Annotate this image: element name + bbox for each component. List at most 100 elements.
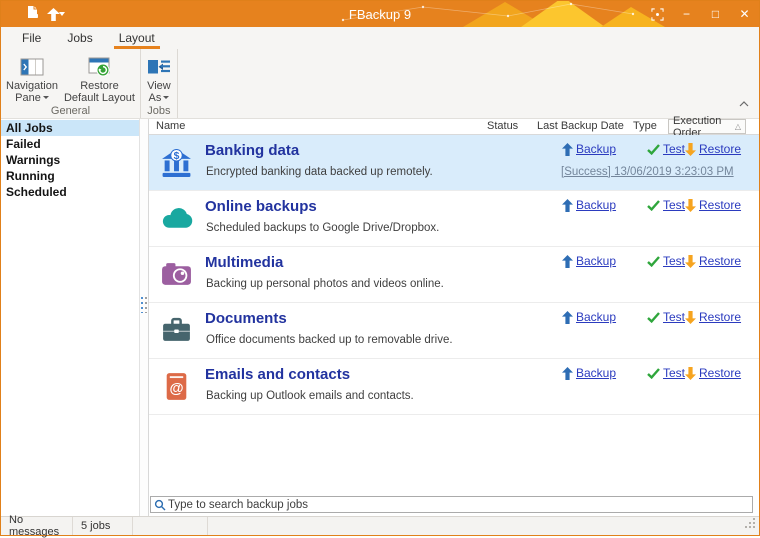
job-list-panel: Name Status Last Backup Date Type Execut… — [149, 119, 759, 516]
ribbon-group-label-general: General — [3, 104, 138, 118]
tab-file[interactable]: File — [9, 27, 54, 49]
statusbar: No messages 5 jobs — [1, 516, 759, 535]
fbackup-window: { "titlebar": { "title": "FBackup 9", "q… — [0, 0, 760, 536]
restore-arrow-icon — [685, 255, 696, 268]
minimize-button[interactable]: − — [672, 1, 701, 27]
collapse-ribbon-icon[interactable] — [739, 94, 749, 112]
job-title[interactable]: Emails and contacts — [205, 366, 350, 383]
backup-arrow-icon — [562, 143, 573, 156]
sidebar-item-scheduled[interactable]: Scheduled — [1, 184, 139, 200]
sidebar-item-running[interactable]: Running — [1, 168, 139, 184]
restore-arrow-icon — [685, 367, 696, 380]
job-title[interactable]: Multimedia — [205, 254, 283, 271]
test-check-icon — [647, 312, 660, 323]
test-check-icon — [647, 144, 660, 155]
titlebar: FBackup 9 − □ ✕ — [1, 1, 759, 27]
test-link[interactable]: Test — [647, 142, 685, 156]
job-title[interactable]: Online backups — [205, 198, 317, 215]
view-as-label-2: As — [149, 93, 170, 105]
job-row[interactable]: Online backups Scheduled backups to Goog… — [149, 191, 759, 247]
ribbon-display-options-icon[interactable] — [643, 1, 672, 27]
job-list-empty-space — [149, 415, 759, 492]
backup-arrow-icon — [562, 199, 573, 212]
job-title[interactable]: Documents — [205, 310, 287, 327]
last-backup-status-link[interactable]: [Success] 13/06/2019 3:23:03 PM — [561, 166, 734, 178]
restore-link[interactable]: Restore — [685, 254, 741, 268]
backup-link[interactable]: Backup — [562, 142, 616, 156]
backup-link[interactable]: Backup — [562, 254, 616, 268]
backup-arrow-icon — [562, 255, 573, 268]
column-header-type[interactable]: Type — [633, 120, 657, 132]
backup-up-arrow-icon[interactable] — [47, 8, 65, 21]
bank-icon: $ — [160, 146, 193, 179]
tab-layout[interactable]: Layout — [106, 27, 168, 49]
search-row — [149, 492, 759, 516]
backup-link[interactable]: Backup — [562, 366, 616, 380]
camera-icon — [160, 258, 193, 291]
restore-arrow-icon — [685, 143, 696, 156]
test-link[interactable]: Test — [647, 198, 685, 212]
test-check-icon — [647, 200, 660, 211]
navigation-pane-button[interactable]: Navigation Pane — [3, 52, 61, 104]
restore-link[interactable]: Restore — [685, 310, 741, 324]
restore-default-layout-icon — [86, 53, 112, 81]
test-link[interactable]: Test — [647, 366, 685, 380]
email-book-icon: @ — [160, 370, 193, 403]
restore-link[interactable]: Restore — [685, 198, 741, 212]
sidebar-item-warnings[interactable]: Warnings — [1, 152, 139, 168]
test-check-icon — [647, 368, 660, 379]
test-link[interactable]: Test — [647, 310, 685, 324]
job-row[interactable]: Documents Office documents backed up to … — [149, 303, 759, 359]
backup-arrow-icon — [562, 367, 573, 380]
sidebar-item-all-jobs[interactable]: All Jobs — [1, 120, 139, 136]
backup-link[interactable]: Backup — [562, 310, 616, 324]
view-as-icon — [146, 53, 172, 81]
statusbar-jobs-count: 5 jobs — [73, 517, 133, 535]
restore-link[interactable]: Restore — [685, 366, 741, 380]
restore-default-layout-button[interactable]: Restore Default Layout — [61, 52, 138, 104]
new-backup-job-icon[interactable] — [27, 5, 38, 24]
ribbon-tab-bar: File Jobs Layout — [1, 27, 759, 49]
search-input[interactable] — [166, 499, 752, 511]
restore-arrow-icon — [685, 199, 696, 212]
ribbon-group-label-jobs: Jobs — [143, 104, 175, 118]
job-list-header: Name Status Last Backup Date Type Execut… — [149, 119, 759, 135]
tab-jobs[interactable]: Jobs — [54, 27, 105, 49]
maximize-button[interactable]: □ — [701, 1, 730, 27]
column-header-status[interactable]: Status — [487, 120, 518, 132]
column-header-execution-order[interactable]: Execution Order △ — [668, 119, 746, 134]
job-title[interactable]: Banking data — [205, 142, 299, 159]
view-as-button[interactable]: View As — [143, 52, 175, 104]
restore-arrow-icon — [685, 311, 696, 324]
test-check-icon — [647, 256, 660, 267]
ribbon-group-jobs: View As Jobs — [141, 49, 178, 118]
job-row[interactable]: $ Banking data Encrypted banking data ba… — [149, 135, 759, 191]
navigation-pane-icon — [19, 53, 45, 81]
dropdown-caret-icon — [59, 12, 65, 16]
column-header-last-backup-date[interactable]: Last Backup Date — [537, 120, 624, 132]
job-description: Scheduled backups to Google Drive/Dropbo… — [206, 222, 439, 234]
column-header-name[interactable]: Name — [156, 120, 185, 132]
search-box[interactable] — [150, 496, 753, 513]
test-link[interactable]: Test — [647, 254, 685, 268]
restore-link[interactable]: Restore — [685, 142, 741, 156]
job-description: Office documents backed up to removable … — [206, 334, 453, 346]
backup-link[interactable]: Backup — [562, 198, 616, 212]
job-description: Encrypted banking data backed up remotel… — [206, 166, 433, 178]
sidebar-item-failed[interactable]: Failed — [1, 136, 139, 152]
quick-access-toolbar — [1, 5, 65, 24]
splitter-grip-icon — [141, 297, 143, 313]
job-row[interactable]: Multimedia Backing up personal photos an… — [149, 247, 759, 303]
ribbon: Navigation Pane Restore Default Layout G… — [1, 49, 759, 119]
backup-arrow-icon — [562, 311, 573, 324]
content-area: All Jobs Failed Warnings Running Schedul… — [1, 119, 759, 516]
close-button[interactable]: ✕ — [730, 1, 759, 27]
job-row[interactable]: @ Emails and contacts Backing up Outlook… — [149, 359, 759, 415]
chevron-down-icon — [43, 96, 49, 99]
svg-text:$: $ — [174, 151, 180, 162]
resize-grip-icon[interactable] — [744, 517, 756, 532]
sidebar-splitter[interactable] — [139, 119, 149, 516]
sort-ascending-icon: △ — [735, 122, 741, 131]
job-description: Backing up personal photos and videos on… — [206, 278, 444, 290]
cloud-icon — [160, 202, 193, 235]
